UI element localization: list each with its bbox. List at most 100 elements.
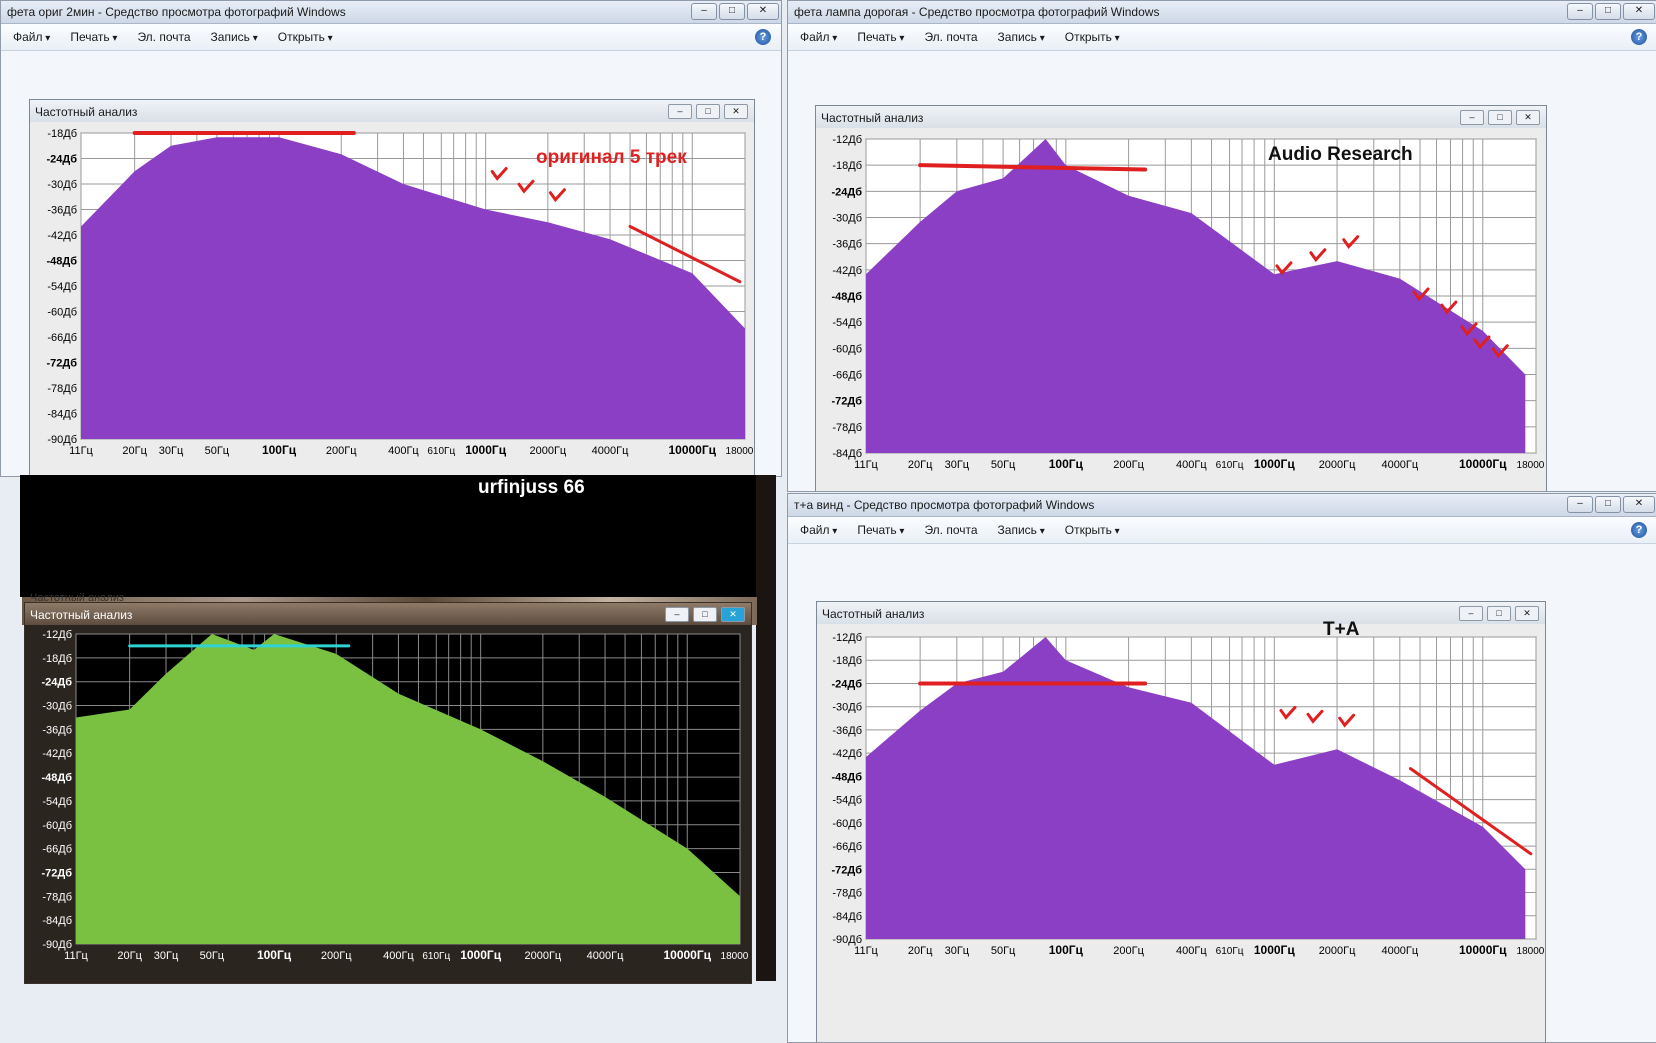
minimize-button[interactable]: – bbox=[1567, 3, 1593, 20]
help-icon[interactable]: ? bbox=[755, 29, 771, 45]
menu-burn[interactable]: Запись bbox=[998, 523, 1045, 537]
help-icon[interactable]: ? bbox=[1631, 522, 1647, 538]
photo-viewer-window-2: фета лампа дорогая - Средство просмотра … bbox=[787, 0, 1656, 492]
panel-close-button[interactable]: ✕ bbox=[721, 607, 745, 622]
x-tick-label: 11Гц bbox=[64, 950, 88, 962]
annotation-t-a: T+A bbox=[1323, 619, 1360, 640]
y-tick-label: -84Дб bbox=[47, 409, 77, 421]
menu-file[interactable]: Файл bbox=[13, 30, 50, 44]
x-tick-label: 610Гц bbox=[422, 951, 450, 962]
x-tick-label: 11Гц bbox=[854, 945, 878, 957]
menu-burn[interactable]: Запись bbox=[998, 30, 1045, 44]
panel-titlebar: Частотный анализ – □ ✕ bbox=[817, 602, 1545, 624]
panel-maximize-button[interactable]: □ bbox=[1488, 110, 1512, 125]
x-tick-label: 50Гц bbox=[205, 445, 230, 457]
menu-file[interactable]: Файл bbox=[800, 523, 837, 537]
panel-close-button[interactable]: ✕ bbox=[1515, 606, 1539, 621]
x-tick-label: 610Гц bbox=[1216, 460, 1244, 471]
menu-burn[interactable]: Запись bbox=[211, 30, 258, 44]
y-tick-label: -78Дб bbox=[47, 383, 77, 395]
x-tick-label: 4000Гц bbox=[587, 950, 624, 962]
x-tick-label: 11Гц bbox=[69, 445, 93, 457]
y-tick-label: -60Дб bbox=[832, 343, 862, 355]
panel-minimize-button[interactable]: – bbox=[1459, 606, 1483, 621]
y-tick-label: -48Дб bbox=[831, 291, 862, 303]
y-tick-label: -18Дб bbox=[42, 653, 72, 665]
y-tick-label: -18Дб bbox=[832, 160, 862, 172]
close-button[interactable]: ✕ bbox=[1623, 3, 1655, 20]
menu-email[interactable]: Эл. почта bbox=[924, 523, 977, 537]
window-titlebar[interactable]: т+а винд - Средство просмотра фотографий… bbox=[788, 494, 1656, 517]
y-tick-label: -60Дб bbox=[832, 818, 862, 830]
x-tick-label: 10000Гц bbox=[1459, 457, 1507, 471]
x-tick-label: 100Гц bbox=[257, 948, 292, 962]
y-tick-label: -72Дб bbox=[831, 396, 862, 408]
y-tick-label: -48Дб bbox=[831, 771, 862, 783]
menu-print[interactable]: Печать bbox=[70, 30, 117, 44]
menu-bar: Файл Печать Эл. почта Запись Открыть ? bbox=[1, 24, 781, 51]
panel-close-button[interactable]: ✕ bbox=[724, 104, 748, 119]
x-tick-label: 100Гц bbox=[1049, 457, 1084, 471]
menu-email[interactable]: Эл. почта bbox=[137, 30, 190, 44]
x-tick-label: 20Гц bbox=[122, 445, 147, 457]
menu-print[interactable]: Печать bbox=[857, 523, 904, 537]
y-tick-label: -24Дб bbox=[831, 678, 862, 690]
x-tick-label: 100Гц bbox=[262, 443, 297, 457]
panel-title: Частотный анализ bbox=[35, 105, 138, 119]
x-tick-label: 11Гц bbox=[854, 459, 878, 471]
close-button[interactable]: ✕ bbox=[1623, 496, 1655, 513]
panel-maximize-button[interactable]: □ bbox=[1487, 606, 1511, 621]
panel-minimize-button[interactable]: – bbox=[1460, 110, 1484, 125]
y-tick-label: -42Дб bbox=[832, 265, 862, 277]
y-tick-label: -72Дб bbox=[41, 867, 72, 879]
menu-open[interactable]: Открыть bbox=[1065, 523, 1120, 537]
x-tick-label: 30Гц bbox=[159, 445, 184, 457]
window-titlebar[interactable]: фета лампа дорогая - Средство просмотра … bbox=[788, 1, 1656, 24]
menu-open[interactable]: Открыть bbox=[1065, 30, 1120, 44]
y-tick-label: -30Дб bbox=[42, 701, 72, 713]
x-tick-label: 1000Гц bbox=[1254, 457, 1295, 471]
menu-print[interactable]: Печать bbox=[857, 30, 904, 44]
x-tick-label: 1000Гц bbox=[465, 443, 506, 457]
annotation-original: оригинал 5 трек bbox=[536, 147, 687, 168]
panel-close-button[interactable]: ✕ bbox=[1516, 110, 1540, 125]
menu-open[interactable]: Открыть bbox=[278, 30, 333, 44]
x-tick-label: 200Гц bbox=[326, 445, 357, 457]
x-tick-label: 50Гц bbox=[991, 945, 1016, 957]
menu-file[interactable]: Файл bbox=[800, 30, 837, 44]
x-tick-label: 20Гц bbox=[908, 459, 933, 471]
x-tick-label: 1000Гц bbox=[460, 948, 501, 962]
x-tick-label: 30Гц bbox=[945, 945, 970, 957]
window-title: фета лампа дорогая - Средство просмотра … bbox=[794, 5, 1160, 19]
x-tick-label: 10000Гц bbox=[1459, 943, 1507, 957]
panel-minimize-button[interactable]: – bbox=[665, 607, 689, 622]
y-tick-label: -66Дб bbox=[832, 370, 862, 382]
x-tick-label: 4000Гц bbox=[1381, 459, 1418, 471]
panel-minimize-button[interactable]: – bbox=[668, 104, 692, 119]
panel-title: Частотный анализ bbox=[30, 608, 133, 622]
window-titlebar[interactable]: фета ориг 2мин - Средство просмотра фото… bbox=[1, 1, 781, 24]
spectrum-chart-urfinjuss: -12Дб -18Дб -24Дб -30Дб -36Дб -42Дб -48Дб -54Дб… bbox=[41, 629, 748, 962]
photo-viewer-window-1: фета ориг 2мин - Средство просмотра фото… bbox=[0, 0, 782, 477]
y-tick-label: -24Дб bbox=[46, 154, 77, 166]
y-tick-label: -36Дб bbox=[47, 205, 77, 217]
minimize-button[interactable]: – bbox=[1567, 496, 1593, 513]
panel-maximize-button[interactable]: □ bbox=[693, 607, 717, 622]
x-tick-label: 10000Гц bbox=[668, 443, 716, 457]
maximize-button[interactable]: □ bbox=[1595, 3, 1621, 20]
annotation-urfinjuss: urfinjuss 66 bbox=[478, 477, 585, 498]
x-tick-label: 50Гц bbox=[200, 950, 225, 962]
close-button[interactable]: ✕ bbox=[747, 3, 779, 20]
y-tick-label: -54Дб bbox=[832, 317, 862, 329]
minimize-button[interactable]: – bbox=[691, 3, 717, 20]
menu-email[interactable]: Эл. почта bbox=[924, 30, 977, 44]
x-tick-label: 400Гц bbox=[383, 950, 414, 962]
y-tick-label: -36Дб bbox=[42, 724, 72, 736]
help-icon[interactable]: ? bbox=[1631, 29, 1647, 45]
x-tick-label: 20Гц bbox=[908, 945, 933, 957]
window-title: т+а винд - Средство просмотра фотографий… bbox=[794, 498, 1095, 512]
spectrum-chart-audio-research: -12Дб -18Дб -24Дб -30Дб -36Дб -42Дб -48Дб -54Дб… bbox=[831, 134, 1544, 471]
maximize-button[interactable]: □ bbox=[1595, 496, 1621, 513]
panel-maximize-button[interactable]: □ bbox=[696, 104, 720, 119]
maximize-button[interactable]: □ bbox=[719, 3, 745, 20]
